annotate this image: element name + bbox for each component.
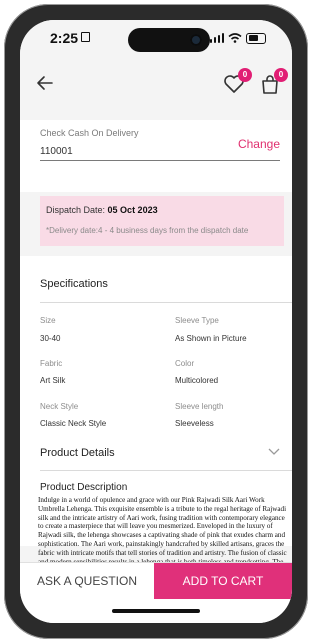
cod-label: Check Cash On Delivery [40, 128, 139, 138]
ask-question-button[interactable]: ASK A QUESTION [20, 563, 154, 599]
specifications-title: Specifications [40, 278, 108, 290]
spec-label-fabric: Fabric [40, 359, 63, 368]
status-time-text: 2:25 [50, 30, 79, 46]
system-icons [209, 32, 266, 44]
phone-frame: 2:25 0 0 Check Cash On Delivery 110001 C… [4, 4, 308, 639]
bag-count-badge: 0 [274, 68, 288, 82]
dispatch-date: Dispatch Date: 05 Oct 2023 [46, 205, 158, 215]
status-time: 2:25 [50, 30, 91, 46]
home-indicator [112, 609, 200, 613]
camera-icon [190, 34, 202, 46]
wifi-icon [228, 33, 242, 43]
battery-icon [246, 32, 266, 44]
spec-value-sleeve-length: Sleeveless [175, 419, 214, 428]
back-arrow-icon[interactable] [34, 72, 56, 94]
spec-value-color: Multicolored [175, 376, 219, 385]
product-details-toggle[interactable]: Product Details [20, 442, 292, 466]
delivery-note: *Delivery date:4 - 4 business days from … [46, 226, 249, 235]
top-bar: 0 0 [20, 60, 292, 108]
pincode-input[interactable]: 110001 [40, 146, 73, 157]
bottom-action-bar: ASK A QUESTION ADD TO CART [20, 562, 292, 623]
chevron-down-icon [268, 448, 280, 455]
spec-value-neck-style: Classic Neck Style [40, 419, 107, 428]
change-pincode-link[interactable]: Change [238, 137, 280, 151]
spec-label-neck-style: Neck Style [40, 402, 79, 411]
cod-section: Check Cash On Delivery 110001 Change [20, 120, 292, 192]
product-detail-content: Check Cash On Delivery 110001 Change Dis… [20, 120, 292, 623]
dispatch-box: Dispatch Date: 05 Oct 2023 *Delivery dat… [40, 196, 284, 246]
spec-label-sleeve-length: Sleeve length [175, 402, 224, 411]
divider [40, 302, 292, 303]
signal-icon [209, 33, 224, 43]
status-bar: 2:25 [20, 20, 292, 58]
bag-button[interactable]: 0 [258, 68, 288, 96]
screen: 2:25 0 0 Check Cash On Delivery 110001 C… [20, 20, 292, 623]
add-to-cart-button[interactable]: ADD TO CART [154, 563, 292, 599]
dispatch-date-value: 05 Oct 2023 [107, 205, 158, 215]
dynamic-island [128, 28, 210, 52]
spec-value-fabric: Art Silk [40, 376, 66, 385]
divider [40, 470, 292, 471]
spec-label-size: Size [40, 316, 56, 325]
product-details-label: Product Details [40, 447, 115, 459]
spec-label-sleeve-type: Sleeve Type [175, 316, 219, 325]
dispatch-date-prefix: Dispatch Date: [46, 205, 106, 215]
description-title: Product Description [40, 482, 128, 493]
spec-label-color: Color [175, 359, 195, 368]
pincode-underline [40, 160, 280, 161]
sim-icon [81, 32, 91, 42]
wishlist-count-badge: 0 [238, 68, 252, 82]
wishlist-button[interactable]: 0 [222, 68, 252, 96]
spec-value-sleeve-type: As Shown in Picture [175, 334, 247, 343]
spec-value-size: 30-40 [40, 334, 61, 343]
